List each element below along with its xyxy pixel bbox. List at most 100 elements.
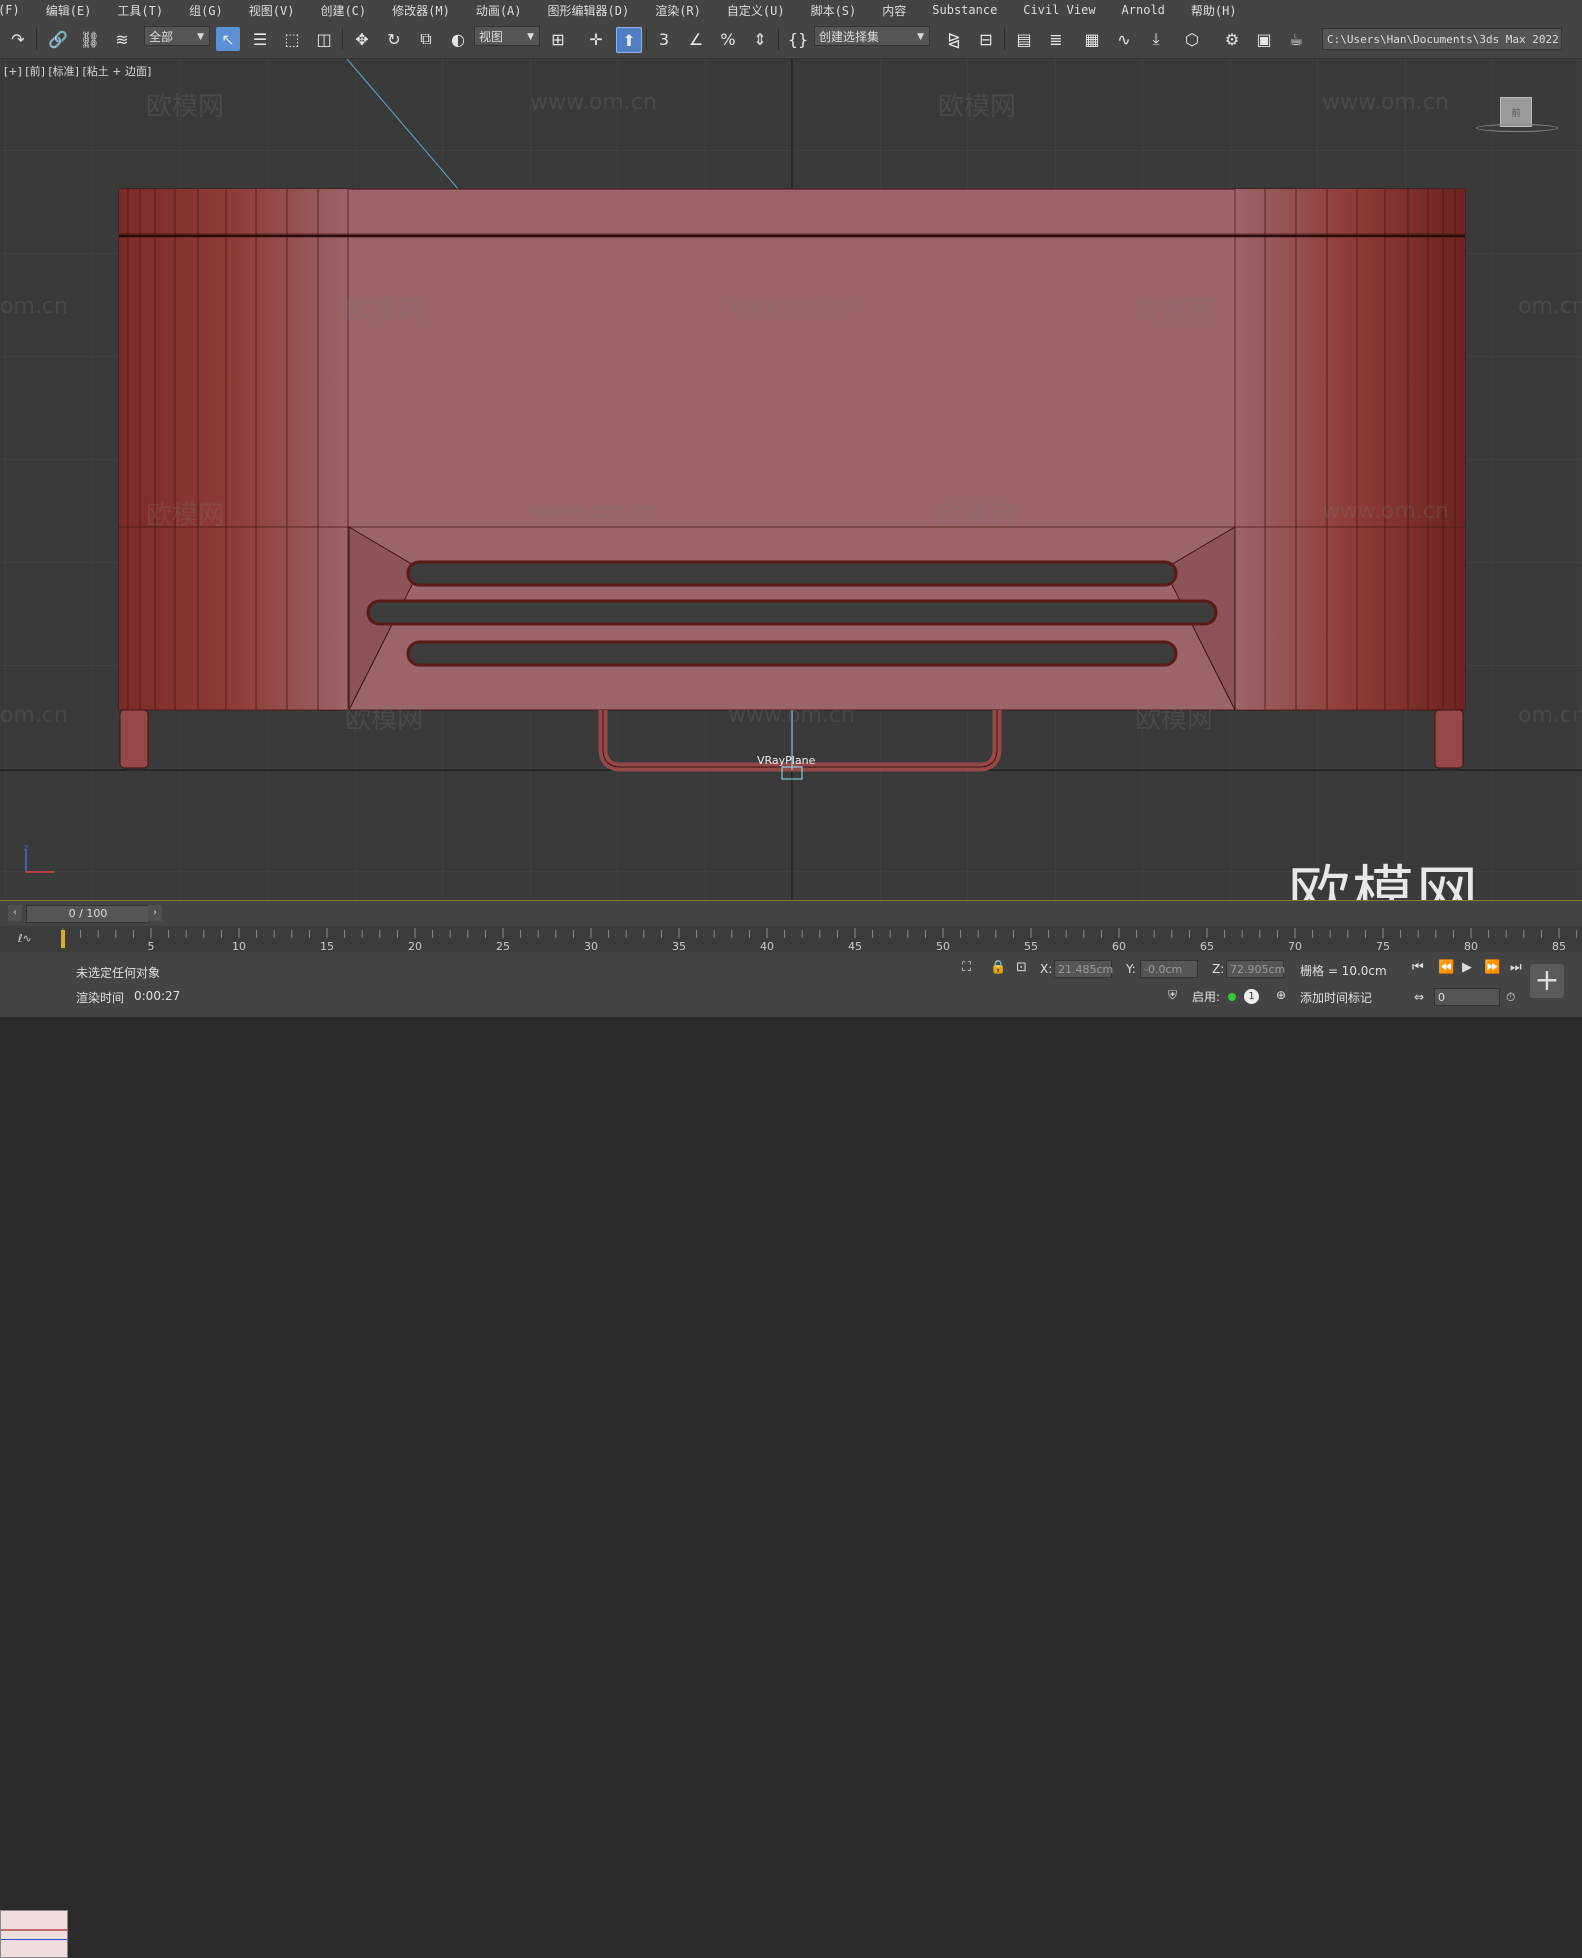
watermark: 欧模网 (345, 705, 424, 735)
menu-substance[interactable]: Substance (919, 3, 1010, 17)
placement-icon[interactable]: ◐ (446, 27, 470, 51)
render-production-icon[interactable]: ☕ (1284, 27, 1308, 51)
play-icon[interactable]: ▶ (1462, 960, 1472, 975)
menu-view[interactable]: 视图(V) (236, 2, 308, 19)
mirror-icon[interactable]: ⧎ (942, 27, 966, 51)
rendered-frame-window-icon[interactable]: ▣ (1252, 27, 1276, 51)
bind-spacewarp-icon[interactable]: ≋ (110, 27, 134, 51)
menu-group[interactable]: 组(G) (176, 2, 236, 19)
angle-snap-icon[interactable]: ∠ (684, 27, 708, 51)
menu-help[interactable]: 帮助(H) (1178, 2, 1250, 19)
render-time-value: 0:00:27 (134, 989, 181, 1003)
lock-icon[interactable]: 🔒 (990, 960, 1006, 975)
align-icon[interactable]: ⊟ (974, 27, 998, 51)
z-coordinate-field[interactable]: 72.905cm (1226, 960, 1285, 978)
render-setup-icon[interactable]: ⚙ (1220, 27, 1244, 51)
schematic-view-icon[interactable]: ⤓ (1144, 27, 1168, 51)
snap-value: 3 (658, 29, 670, 49)
maxscript-listener-mini[interactable] (0, 1910, 68, 1958)
scene-explorer-icon[interactable]: ▤ (1012, 27, 1036, 51)
menu-modifiers[interactable]: 修改器(M) (379, 2, 463, 19)
menu-animation[interactable]: 动画(A) (463, 2, 535, 19)
watermark: www.om.cn (1322, 499, 1449, 524)
time-configuration-icon[interactable]: ⏱ (1506, 990, 1515, 1005)
watermark: 欧模网 (938, 92, 1017, 122)
percent-snap-icon[interactable]: % (716, 27, 740, 51)
previous-frame-icon[interactable]: ⏪ (1438, 960, 1454, 975)
view-cube[interactable]: 前 (1500, 97, 1532, 127)
watermark: om.cn (0, 294, 68, 319)
x-coordinate-field[interactable]: 21.485cm (1054, 960, 1113, 978)
shield-icon[interactable]: ⛨ (1168, 988, 1177, 1003)
material-editor-icon[interactable]: ⬡ (1180, 27, 1204, 51)
menu-civil-view[interactable]: Civil View (1010, 3, 1108, 17)
select-by-name-icon[interactable]: ☰ (248, 27, 272, 51)
menu-edit[interactable]: 编辑(E) (33, 2, 105, 19)
go-to-end-icon[interactable]: ⏭ (1510, 960, 1522, 975)
go-to-start-icon[interactable]: ⏮ (1412, 960, 1424, 975)
link-icon[interactable]: 🔗 (46, 27, 70, 51)
spinner-snap-icon[interactable]: ⇕ (748, 27, 772, 51)
chevron-down-icon: ▼ (917, 32, 924, 42)
time-tag-icon[interactable]: ⊕ (1276, 988, 1286, 1002)
menu-arnold[interactable]: Arnold (1109, 3, 1178, 17)
snaps-toggle-icon[interactable]: 3 (652, 27, 676, 51)
watermark: 欧模网 (146, 501, 225, 531)
reference-coordinate-dropdown[interactable]: 视图 ▼ (474, 26, 540, 46)
reference-coordinate-value: 视图 (479, 30, 504, 44)
select-object-icon[interactable]: ↖ (216, 27, 240, 51)
layer-explorer-icon[interactable]: ≣ (1044, 27, 1068, 51)
add-time-tag-button[interactable]: 添加时间标记 (1300, 989, 1372, 1006)
toolbar-separator (778, 28, 779, 50)
menu-rendering[interactable]: 渲染(R) (642, 2, 714, 19)
menu-create[interactable]: 创建(C) (307, 2, 379, 19)
menu-customize[interactable]: 自定义(U) (714, 2, 798, 19)
track-bar[interactable]: ℓ∿ 5 10 15 20 25 30 35 40 45 50 55 60 65 70 75 80 85 (0, 926, 1582, 953)
chevron-right-icon[interactable]: › (148, 905, 162, 921)
select-manipulate-icon[interactable]: ✛ (584, 27, 608, 51)
isolate-selection-icon[interactable]: ⛶ (962, 960, 971, 975)
menu-tools[interactable]: 工具(T) (104, 2, 176, 19)
selection-filter-dropdown[interactable]: 全部 ▼ (144, 26, 210, 46)
edit-named-selection-icon[interactable]: {} (786, 27, 810, 51)
chevron-left-icon[interactable]: ‹ (8, 905, 22, 921)
watermark: www.om.cn (530, 90, 657, 115)
y-coordinate-field[interactable]: -0.0cm (1140, 960, 1198, 978)
absolute-mode-icon[interactable]: ⊡ (1016, 960, 1027, 975)
time-slider[interactable]: 0 / 100 (26, 905, 150, 923)
menu-scripting[interactable]: 脚本(S) (798, 2, 870, 19)
toolbar-separator (342, 28, 343, 50)
chevron-down-icon: ▼ (527, 32, 534, 42)
watermark: www.om.cn (728, 294, 855, 319)
scale-icon[interactable]: ⧉ (414, 27, 438, 51)
viewport-label[interactable]: [+] [前] [标准] [粘土 + 边面] (4, 63, 151, 79)
window-crossing-icon[interactable]: ◫ (312, 27, 336, 51)
object-label: VRayPlane (757, 754, 816, 767)
rectangular-selection-icon[interactable]: ⬚ (280, 27, 304, 51)
rotate-icon[interactable]: ↻ (382, 27, 406, 51)
add-viewport-button[interactable]: + (1530, 964, 1564, 998)
watermark: 欧模网 (938, 501, 1017, 531)
next-frame-icon[interactable]: ⏩ (1484, 960, 1500, 975)
grid-size-text: 栅格 = 10.0cm (1300, 964, 1387, 978)
menu-graph-editors[interactable]: 图形编辑器(D) (535, 2, 643, 19)
front-viewport[interactable]: [+] [前] [标准] [粘土 + 边面] 欧模网 www.om.cn 欧模网… (0, 59, 1582, 900)
named-selection-dropdown[interactable]: 创建选择集 ▼ (814, 26, 930, 46)
redo-icon[interactable]: ↷ (6, 27, 30, 51)
sofa-model (118, 188, 1466, 772)
unlink-icon[interactable]: ⛓ (78, 27, 102, 51)
view-cube-ring[interactable] (1476, 124, 1558, 132)
menu-content[interactable]: 内容 (869, 2, 919, 19)
time-slider-bar (0, 900, 1582, 927)
current-frame-field[interactable]: 0 (1434, 988, 1500, 1006)
menu-file[interactable]: (F) (0, 3, 33, 17)
keyboard-shortcut-override-icon[interactable]: ⬆ (616, 27, 642, 53)
curve-editor-icon[interactable]: ∿ (1112, 27, 1136, 51)
frame-display: 0 / 100 (68, 907, 108, 920)
move-icon[interactable]: ✥ (350, 27, 374, 51)
key-mode-icon[interactable]: ⇔ (1414, 990, 1424, 1004)
ribbon-toggle-icon[interactable]: ▦ (1080, 27, 1104, 51)
project-path-dropdown[interactable]: C:\Users\Han\Documents\3ds Max 2022 (1322, 28, 1562, 50)
pivot-center-icon[interactable]: ⊞ (546, 27, 570, 51)
project-path-value: C:\Users\Han\Documents\3ds Max 2022 (1327, 33, 1559, 46)
